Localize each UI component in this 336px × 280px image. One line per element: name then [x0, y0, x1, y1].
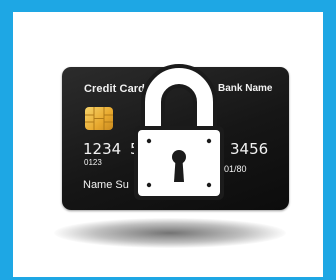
padlock-icon: [134, 64, 224, 200]
